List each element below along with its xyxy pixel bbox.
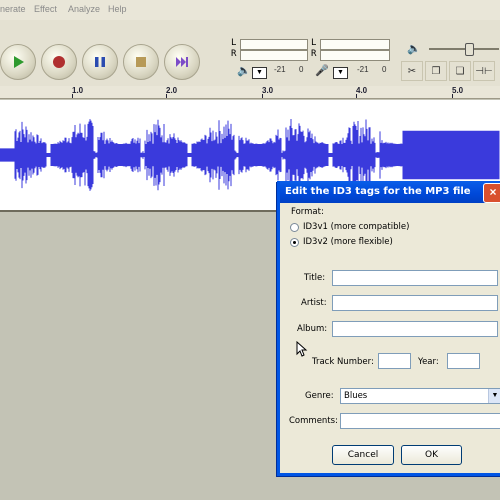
- meter-left-label: L: [231, 38, 237, 48]
- comments-label: Comments:: [289, 416, 338, 426]
- id3v1-radio[interactable]: [290, 223, 299, 232]
- speaker-icon: 🔈: [237, 65, 251, 77]
- ruler-tick-2: 2.0: [166, 86, 178, 95]
- trim-icon[interactable]: ⊣⊢: [473, 61, 495, 81]
- record-db-label: -21: [357, 65, 369, 74]
- ruler-tick-1: 1.0: [72, 86, 84, 95]
- record-icon: [42, 45, 76, 79]
- playback-meter-right-bar: [240, 50, 308, 61]
- menu-help[interactable]: Help: [108, 4, 127, 14]
- track-number-label: Track Number:: [312, 357, 374, 367]
- ruler-line: [356, 94, 357, 98]
- title-field[interactable]: [332, 270, 498, 286]
- play-button[interactable]: [0, 44, 36, 80]
- genre-select[interactable]: Blues ▼: [340, 388, 500, 404]
- menu-bar: nerate Effect Analyze Help: [0, 0, 500, 21]
- ruler-line: [72, 94, 73, 98]
- ruler-tick-3: 3.0: [262, 86, 274, 95]
- speaker-icon: 🔈: [407, 43, 421, 55]
- cut-icon[interactable]: ✂: [401, 61, 423, 81]
- ruler-line: [262, 94, 263, 98]
- id3v1-label[interactable]: ID3v1 (more compatible): [303, 222, 409, 232]
- id3v2-radio[interactable]: [290, 238, 299, 247]
- year-label: Year:: [418, 357, 439, 367]
- toolbar: L R 🔈 ▼ -21 0 L R 🎤 ▼ -21 0 🔈 ✂ ❐ ❏ ⊣⊢: [0, 20, 500, 87]
- dialog-title-bar[interactable]: Edit the ID3 tags for the MP3 file ×: [280, 181, 500, 203]
- artist-label: Artist:: [301, 298, 327, 308]
- stop-icon: [124, 45, 158, 79]
- id3-tags-dialog: Edit the ID3 tags for the MP3 file × For…: [277, 181, 500, 476]
- dialog-title: Edit the ID3 tags for the MP3 file: [285, 186, 471, 197]
- skip-end-icon: [165, 45, 199, 79]
- skip-end-button[interactable]: [164, 44, 200, 80]
- record-meter-dropdown[interactable]: ▼: [333, 67, 348, 79]
- artist-field[interactable]: [332, 295, 498, 311]
- ruler-tick-4: 4.0: [356, 86, 368, 95]
- close-button[interactable]: ×: [483, 183, 500, 203]
- arrow-cursor: [296, 341, 308, 357]
- ruler-tick-5: 5.0: [452, 86, 464, 95]
- menu-generate[interactable]: nerate: [0, 4, 26, 14]
- record-meter-left-bar: [320, 39, 390, 50]
- comments-field[interactable]: [340, 413, 500, 429]
- close-icon: ×: [489, 185, 497, 199]
- ok-button[interactable]: OK: [401, 445, 462, 465]
- title-label: Title:: [304, 273, 326, 283]
- paste-icon[interactable]: ❏: [449, 61, 471, 81]
- volume-slider-area: 🔈: [405, 40, 500, 62]
- track-number-field[interactable]: [378, 353, 411, 369]
- record-meter: L R 🎤 ▼ -21 0: [311, 38, 391, 86]
- ruler-line: [166, 94, 167, 98]
- pause-icon: [83, 45, 117, 79]
- volume-slider-thumb[interactable]: [465, 43, 474, 56]
- album-label: Album:: [297, 324, 328, 334]
- genre-value: Blues: [344, 391, 368, 401]
- pause-button[interactable]: [82, 44, 118, 80]
- volume-slider-track[interactable]: [429, 48, 499, 50]
- meter-right-label: R: [231, 49, 237, 59]
- copy-icon[interactable]: ❐: [425, 61, 447, 81]
- format-label: Format:: [291, 207, 324, 217]
- rec-meter-right-label: R: [311, 49, 317, 59]
- menu-analyze[interactable]: Analyze: [68, 4, 100, 14]
- ruler-line: [452, 94, 453, 98]
- genre-label: Genre:: [305, 391, 334, 401]
- year-field[interactable]: [447, 353, 480, 369]
- playback-meter-left-bar: [240, 39, 308, 50]
- record-meter-right-bar: [320, 50, 390, 61]
- album-field[interactable]: [332, 321, 498, 337]
- rec-meter-left-label: L: [311, 38, 317, 48]
- microphone-icon: 🎤: [315, 65, 329, 77]
- menu-effect[interactable]: Effect: [34, 4, 57, 14]
- playback-meter-dropdown[interactable]: ▼: [252, 67, 267, 79]
- record-button[interactable]: [41, 44, 77, 80]
- timeline-ruler[interactable]: 1.0 2.0 3.0 4.0 5.0: [0, 86, 500, 99]
- cancel-button[interactable]: Cancel: [332, 445, 394, 465]
- chevron-down-icon[interactable]: ▼: [488, 389, 500, 403]
- record-db-zero-label: 0: [382, 65, 387, 74]
- playback-db-label: -21: [274, 65, 286, 74]
- id3v2-label[interactable]: ID3v2 (more flexible): [303, 237, 393, 247]
- play-icon: [1, 45, 35, 79]
- playback-db-zero-label: 0: [299, 65, 304, 74]
- stop-button[interactable]: [123, 44, 159, 80]
- playback-meter: L R 🔈 ▼ -21 0: [228, 38, 308, 86]
